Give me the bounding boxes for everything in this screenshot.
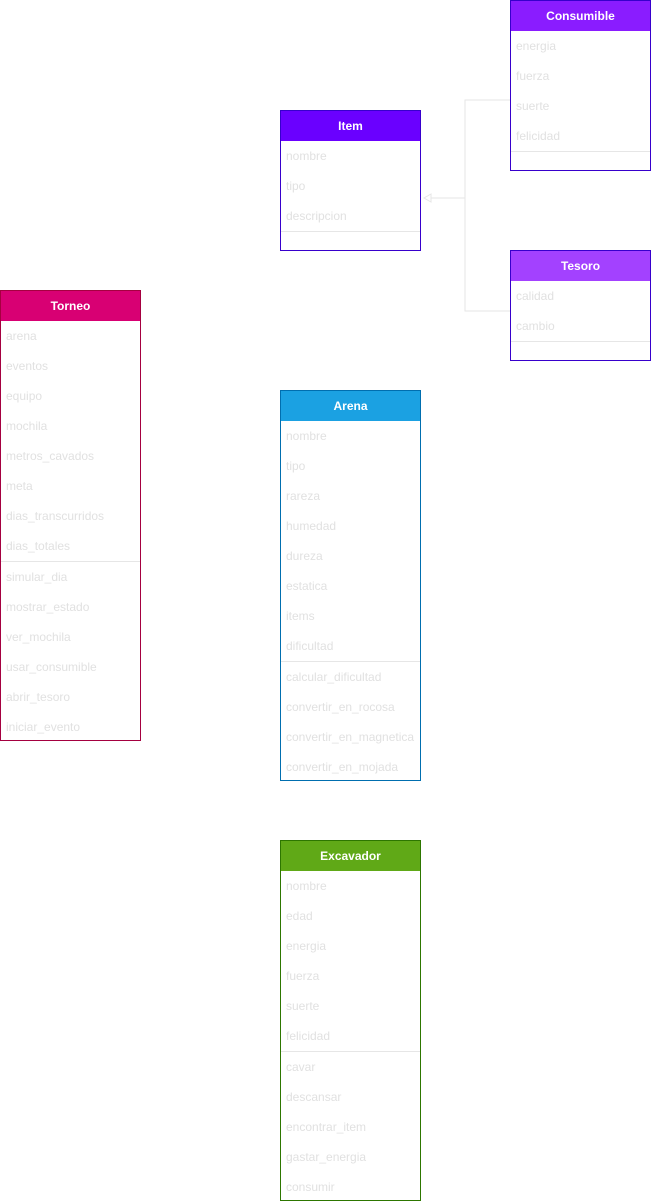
method-list xyxy=(281,231,420,250)
method-list: simular_dia mostrar_estado ver_mochila u… xyxy=(1,561,140,742)
attribute: arena xyxy=(6,329,37,343)
method: descansar xyxy=(286,1090,342,1104)
connector-consumible-to-item xyxy=(431,99,510,199)
method: convertir_en_rocosa xyxy=(286,700,395,714)
inheritance-arrowhead xyxy=(422,193,432,203)
attribute: edad xyxy=(286,909,313,923)
attribute: energia xyxy=(286,939,327,953)
attribute: dias_transcurridos xyxy=(6,509,105,523)
attribute: calidad xyxy=(516,289,555,303)
method: simular_dia xyxy=(6,570,68,584)
attribute: tipo xyxy=(286,179,306,193)
attribute-list: nombre edad energia fuerza suerte felici… xyxy=(281,871,420,1051)
attribute-list: arena eventos equipo mochila metros_cava… xyxy=(1,321,140,561)
class-arena[interactable]: Arena nombre tipo rareza humedad dureza … xyxy=(280,390,421,781)
attribute: fuerza xyxy=(286,969,320,983)
attribute: nombre xyxy=(286,879,327,893)
attribute: fuerza xyxy=(516,69,550,83)
attribute: cambio xyxy=(516,319,555,333)
method: convertir_en_mojada xyxy=(286,760,399,774)
method: calcular_dificultad xyxy=(286,670,382,684)
attribute: meta xyxy=(6,479,33,493)
method: iniciar_evento xyxy=(6,720,81,734)
method: consumir xyxy=(286,1180,335,1194)
class-header: Consumible xyxy=(511,1,650,31)
attribute: descripcion xyxy=(286,209,347,223)
attribute: rareza xyxy=(286,489,321,503)
method-list xyxy=(511,151,650,170)
method: abrir_tesoro xyxy=(6,690,71,704)
attribute-list: calidad cambio xyxy=(511,281,650,341)
connector-tesoro-to-item xyxy=(464,198,510,312)
attribute: humedad xyxy=(286,519,337,533)
attribute: equipo xyxy=(6,389,43,403)
class-tesoro[interactable]: Tesoro calidad cambio xyxy=(510,250,651,361)
method: ver_mochila xyxy=(6,630,71,644)
attribute-list: nombre tipo rareza humedad dureza estati… xyxy=(281,421,420,661)
attribute-list: nombre tipo descripcion xyxy=(281,141,420,231)
class-header: Tesoro xyxy=(511,251,650,281)
method: mostrar_estado xyxy=(6,600,90,614)
attribute: felicidad xyxy=(516,129,561,143)
attribute: eventos xyxy=(6,359,49,373)
attribute: metros_cavados xyxy=(6,449,95,463)
attribute: energia xyxy=(516,39,557,53)
attribute: suerte xyxy=(286,999,320,1013)
class-excavador[interactable]: Excavador nombre edad energia fuerza sue… xyxy=(280,840,421,1201)
class-item[interactable]: Item nombre tipo descripcion xyxy=(280,110,421,251)
attribute: dureza xyxy=(286,549,323,563)
attribute: dias_totales xyxy=(6,539,71,553)
class-header: Item xyxy=(281,111,420,141)
attribute: tipo xyxy=(286,459,306,473)
method-list xyxy=(511,341,650,360)
class-header: Torneo xyxy=(1,291,140,321)
method: usar_consumible xyxy=(6,660,97,674)
method: encontrar_item xyxy=(286,1120,367,1134)
method: cavar xyxy=(286,1060,316,1074)
method-list: cavar descansar encontrar_item gastar_en… xyxy=(281,1051,420,1202)
method-list: calcular_dificultad convertir_en_rocosa … xyxy=(281,661,420,782)
class-header: Arena xyxy=(281,391,420,421)
attribute-list: energia fuerza suerte felicidad xyxy=(511,31,650,151)
method: convertir_en_magnetica xyxy=(286,730,415,744)
method: gastar_energia xyxy=(286,1150,367,1164)
attribute: items xyxy=(286,609,315,623)
attribute: felicidad xyxy=(286,1029,331,1043)
attribute: nombre xyxy=(286,149,327,163)
attribute: mochila xyxy=(6,419,48,433)
attribute: suerte xyxy=(516,99,550,113)
class-header: Excavador xyxy=(281,841,420,871)
class-consumible[interactable]: Consumible energia fuerza suerte felicid… xyxy=(510,0,651,171)
class-torneo[interactable]: Torneo arena eventos equipo mochila metr… xyxy=(0,290,141,741)
attribute: dificultad xyxy=(286,639,334,653)
attribute: estatica xyxy=(286,579,328,593)
attribute: nombre xyxy=(286,429,327,443)
